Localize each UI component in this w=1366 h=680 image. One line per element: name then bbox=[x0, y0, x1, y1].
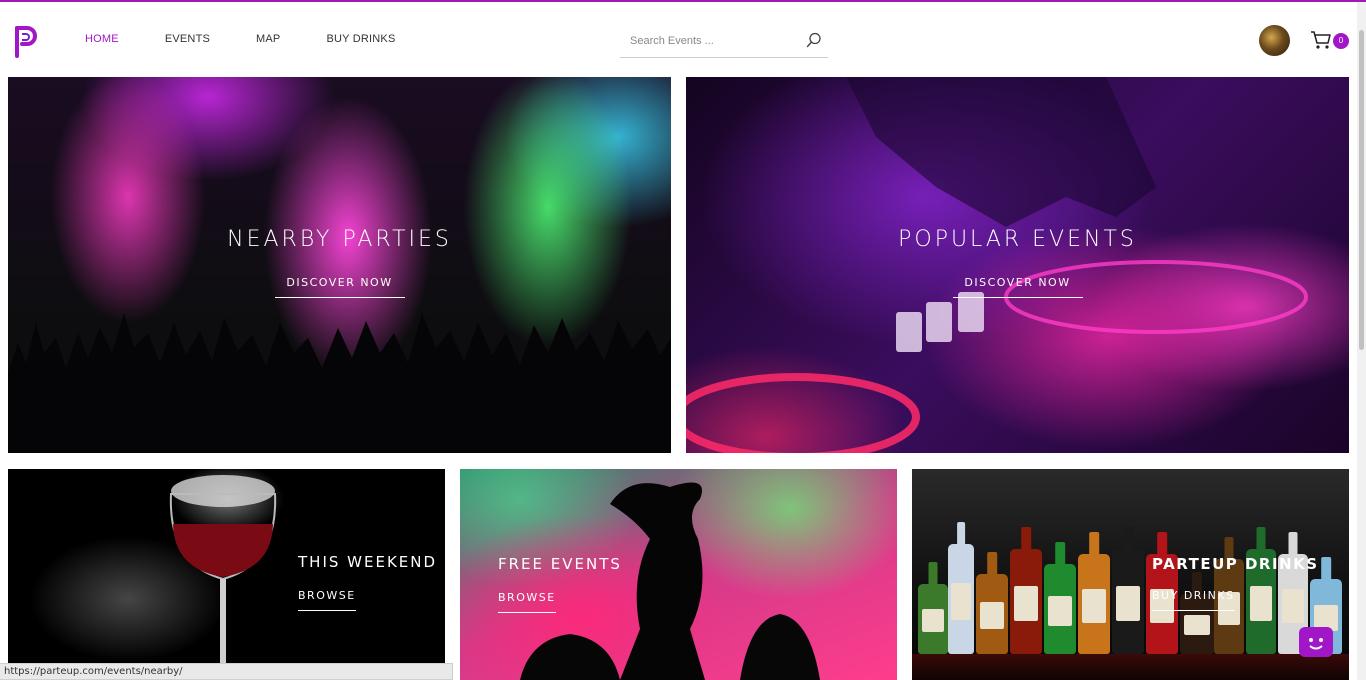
scrollbar-thumb[interactable] bbox=[1359, 30, 1364, 350]
drinks-buy-button[interactable]: BUY DRINKS bbox=[1152, 589, 1235, 611]
browser-status-url: https://parteup.com/events/nearby/ bbox=[0, 663, 453, 680]
nav-home[interactable]: HOME bbox=[85, 32, 119, 46]
cart-count-badge: 0 bbox=[1333, 33, 1349, 49]
cart-icon[interactable] bbox=[1310, 30, 1332, 50]
tile-nearby-parties[interactable]: NEARBY PARTIES DISCOVER NOW bbox=[8, 77, 671, 453]
this-weekend-title: THIS WEEKEND bbox=[298, 553, 438, 571]
this-weekend-caption: THIS WEEKEND BROWSE bbox=[298, 553, 437, 611]
nav-buy-drinks[interactable]: BUY DRINKS bbox=[326, 32, 395, 46]
nearby-parties-title: NEARBY PARTIES bbox=[227, 227, 452, 252]
bar-shelf bbox=[912, 654, 1349, 680]
free-events-title: FREE EVENTS bbox=[498, 555, 622, 573]
popular-events-discover-button[interactable]: DISCOVER NOW bbox=[952, 276, 1083, 298]
drinks-caption: PARTEUP DRINKS BUY DRINKS bbox=[1152, 555, 1319, 611]
bottle-image bbox=[1112, 549, 1144, 654]
nearby-parties-discover-button[interactable]: DISCOVER NOW bbox=[274, 276, 405, 298]
chat-bot-icon[interactable] bbox=[1299, 627, 1333, 657]
nav-events[interactable]: EVENTS bbox=[165, 32, 210, 46]
bottle-image bbox=[1078, 554, 1110, 654]
bottle-image bbox=[1010, 549, 1042, 654]
user-avatar[interactable] bbox=[1259, 25, 1290, 56]
tile-popular-events[interactable]: POPULAR EVENTS DISCOVER NOW bbox=[686, 77, 1349, 453]
bottle-image bbox=[948, 544, 974, 654]
crowd-silhouette-image bbox=[8, 313, 671, 453]
tile-this-weekend[interactable]: THIS WEEKEND BROWSE bbox=[8, 469, 445, 680]
nearby-parties-caption: NEARBY PARTIES DISCOVER NOW bbox=[8, 227, 671, 298]
tile-parteup-drinks[interactable]: PARTEUP DRINKS BUY DRINKS bbox=[912, 469, 1349, 680]
page-scrollbar[interactable] bbox=[1357, 2, 1366, 680]
popular-events-caption: POPULAR EVENTS DISCOVER NOW bbox=[686, 227, 1349, 298]
nav-map[interactable]: MAP bbox=[256, 32, 280, 46]
free-events-browse-button[interactable]: BROWSE bbox=[498, 591, 556, 613]
parteup-logo-icon[interactable] bbox=[13, 24, 39, 58]
search-input[interactable] bbox=[630, 32, 790, 50]
site-header: HOME EVENTS MAP BUY DRINKS 0 bbox=[0, 2, 1366, 77]
main-nav: HOME EVENTS MAP BUY DRINKS bbox=[85, 32, 442, 46]
popular-events-title: POPULAR EVENTS bbox=[898, 227, 1137, 252]
search-box bbox=[620, 24, 828, 58]
bottle-image bbox=[1044, 564, 1076, 654]
bottle-image bbox=[918, 584, 948, 654]
this-weekend-browse-button[interactable]: BROWSE bbox=[298, 589, 356, 611]
search-icon[interactable] bbox=[806, 32, 822, 48]
drinks-title: PARTEUP DRINKS bbox=[1152, 555, 1319, 573]
tile-free-events[interactable]: FREE EVENTS BROWSE bbox=[460, 469, 897, 680]
free-events-caption: FREE EVENTS BROWSE bbox=[498, 555, 622, 613]
bottle-image bbox=[976, 574, 1008, 654]
